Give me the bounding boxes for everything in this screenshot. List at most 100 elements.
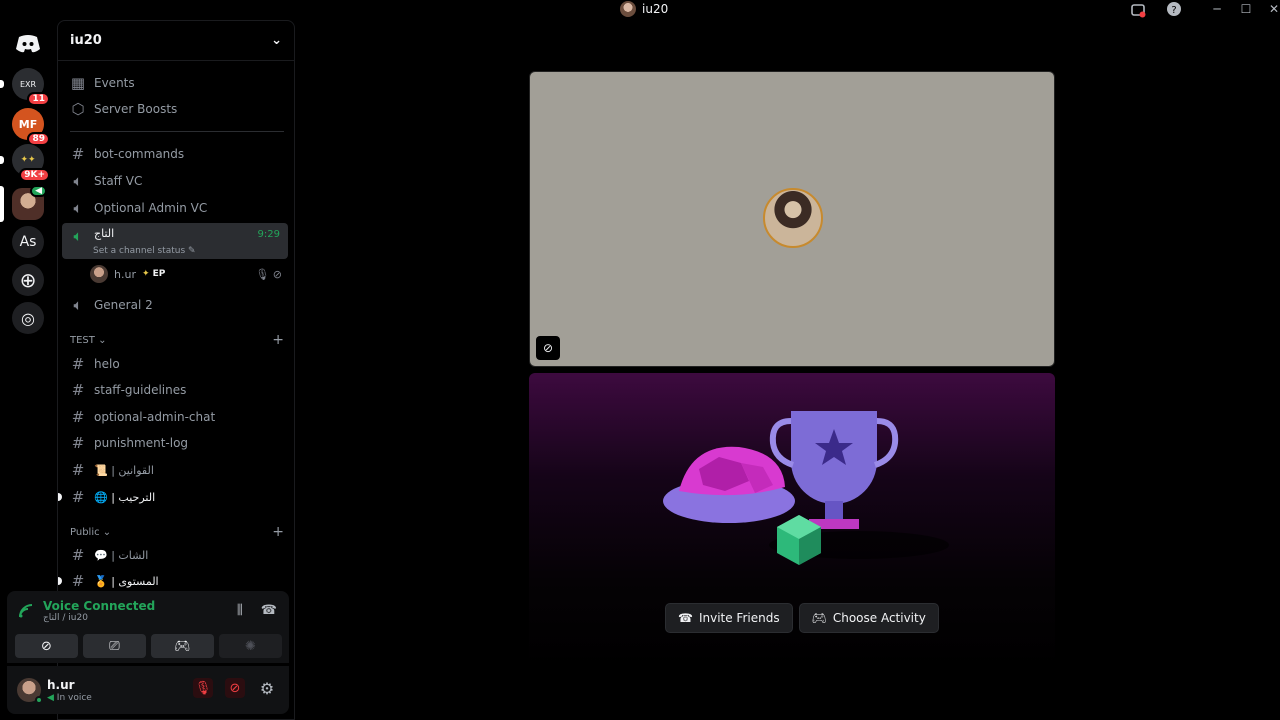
speaker-icon: 🔈︎ (73, 296, 83, 314)
hash-icon: # (71, 461, 85, 479)
server-icon-iu20[interactable]: ◀ (0, 185, 47, 222)
add-channel-icon[interactable]: + (272, 524, 284, 540)
channel-label: 💬 | الشات (94, 548, 149, 562)
camera-off-button[interactable]: ⊘ (15, 634, 78, 658)
speaker-icon: 🔈︎ (73, 199, 83, 217)
unread-pill (0, 156, 4, 164)
voice-status[interactable]: Voice Connected التاج / iu20 (17, 599, 155, 623)
channel-punishment-log[interactable]: # punishment-log (62, 430, 288, 456)
hash-icon: # (71, 145, 85, 163)
voice-user-row[interactable]: h.ur ✦ EP 🎙︎ ⊘ (90, 262, 288, 286)
unread-pill (0, 80, 4, 88)
plus-icon: ⊕ (19, 268, 37, 292)
server-boosts-item[interactable]: ⬡ Server Boosts (62, 96, 288, 122)
title-avatar (620, 1, 636, 17)
disconnect-icon[interactable]: ☎︎ (261, 603, 277, 618)
channel-bot-commands[interactable]: # bot-commands (62, 141, 288, 167)
deafen-icon[interactable]: ⊘ (225, 678, 245, 698)
user-tag-text: EP (152, 269, 166, 279)
choose-activity-button[interactable]: 🎮︎ Choose Activity (798, 603, 939, 633)
user-panel: h.ur ◀ In voice 🎙︎ ⊘ ⚙︎ (7, 666, 289, 714)
online-status-icon (35, 696, 43, 704)
discover-button[interactable]: ◎ (12, 302, 44, 334)
channel-label: التاج (94, 227, 115, 240)
invite-friends-button[interactable]: ☎︎ Invite Friends (665, 603, 793, 633)
server-icon-3[interactable]: ✦✦ 9K+ (0, 144, 50, 182)
category-public[interactable]: Public ⌄ + (70, 524, 284, 540)
voice-indicator-icon: ◀ (30, 185, 47, 197)
voice-connected-title: Voice Connected (43, 599, 156, 613)
gear-icon[interactable]: ⚙︎ (257, 678, 277, 698)
screen-share-icon: ⎚ (109, 638, 120, 654)
participant-avatar (763, 188, 823, 248)
add-server-button[interactable]: ⊕ (12, 264, 44, 296)
voice-user-name: h.ur (114, 267, 136, 281)
channel-helo[interactable]: # helo (62, 351, 288, 377)
minimize-icon[interactable]: ─ (1208, 0, 1226, 18)
soundboard-wave-icon[interactable]: ⫼ (237, 603, 243, 618)
set-channel-status[interactable]: Set a channel status ✎ (93, 246, 196, 256)
choose-activity-label: Choose Activity (832, 611, 926, 625)
channel-rules[interactable]: # 📜 | القوانين (62, 457, 288, 483)
server-icon-1[interactable]: EXR 11 (0, 68, 50, 106)
voice-channel-optional-admin-vc[interactable]: 🔈︎ Optional Admin VC (62, 195, 288, 221)
channel-label: 🏅 | المستوى (94, 574, 159, 588)
channel-label: Optional Admin VC (94, 201, 208, 215)
voice-timer: 9:29 (257, 229, 280, 240)
category-test[interactable]: TEST ⌄ + (70, 332, 284, 348)
server-name: iu20 (70, 33, 102, 48)
server-header[interactable]: iu20 ⌄ (58, 21, 294, 61)
voice-channel-general-2[interactable]: 🔈︎ General 2 (62, 292, 288, 318)
channel-label: optional-admin-chat (94, 410, 216, 424)
user-name[interactable]: h.ur (47, 678, 75, 692)
invite-friends-label: Invite Friends (698, 611, 780, 625)
screen-share-button[interactable]: ⎚ (83, 634, 146, 658)
add-channel-icon[interactable]: + (272, 332, 284, 348)
channel-optional-admin-chat[interactable]: # optional-admin-chat (62, 404, 288, 430)
activity-button[interactable]: 🎮︎ (151, 634, 214, 658)
pencil-icon: ✎ (188, 246, 196, 256)
channel-status-text: Set a channel status (93, 246, 186, 256)
soundboard-icon: ✺ (245, 638, 256, 654)
events-item[interactable]: ▦ Events (62, 70, 288, 96)
channel-label: helo (94, 357, 120, 371)
inbox-icon[interactable] (1129, 1, 1147, 19)
hash-icon: # (71, 381, 85, 399)
user-status: ◀ In voice (47, 693, 92, 703)
server-icon-2[interactable]: MF 89 (12, 108, 50, 146)
channel-chat[interactable]: # 💬 | الشات (62, 542, 288, 568)
help-icon[interactable]: ? (1165, 0, 1183, 18)
hash-icon: # (71, 572, 85, 590)
speaker-icon: 🔈︎ (73, 227, 83, 245)
soundboard-button[interactable]: ✺ (219, 634, 282, 658)
hash-icon: # (71, 546, 85, 564)
discord-home-button[interactable] (12, 28, 44, 60)
gamepad-icon: 🎮︎ (174, 638, 191, 654)
trophy-icon (769, 411, 899, 529)
voice-connected-subtitle: التاج / iu20 (43, 613, 88, 623)
close-icon[interactable]: ✕ (1265, 0, 1280, 18)
server-boosts-label: Server Boosts (94, 102, 178, 116)
tag-icon: ✦ (141, 269, 150, 279)
mention-badge: 11 (27, 92, 50, 106)
camera-off-icon: ⊘ (41, 638, 52, 654)
channel-label: Staff VC (94, 174, 143, 188)
discord-logo-icon (16, 35, 40, 53)
chevron-down-icon: ⌄ (98, 334, 107, 346)
user-status-text: In voice (56, 693, 92, 703)
channel-welcome[interactable]: # 🌐 | الترحيب (62, 484, 288, 510)
mic-muted-icon[interactable]: 🎙︎ (193, 678, 213, 698)
voice-panel-buttons: ⊘ ⎚ 🎮︎ ✺ (15, 634, 282, 658)
window-title-text: iu20 (642, 2, 669, 16)
category-label: TEST (70, 334, 95, 346)
hash-icon: # (71, 488, 85, 506)
server-icon-as[interactable]: As (12, 226, 44, 258)
maximize-icon[interactable]: ☐ (1237, 0, 1255, 18)
title-bar: iu20 ? ─ ☐ ✕ (0, 0, 1280, 18)
voice-channel-staff-vc[interactable]: 🔈︎ Staff VC (62, 168, 288, 194)
channel-staff-guidelines[interactable]: # staff-guidelines (62, 377, 288, 403)
voice-channel-active[interactable]: 🔈︎ التاج 9:29 Set a channel status ✎ (62, 223, 288, 259)
category-label: Public (70, 526, 100, 538)
voice-participant-tile[interactable]: ⊘ (529, 71, 1055, 367)
boost-icon: ⬡ (71, 100, 85, 118)
